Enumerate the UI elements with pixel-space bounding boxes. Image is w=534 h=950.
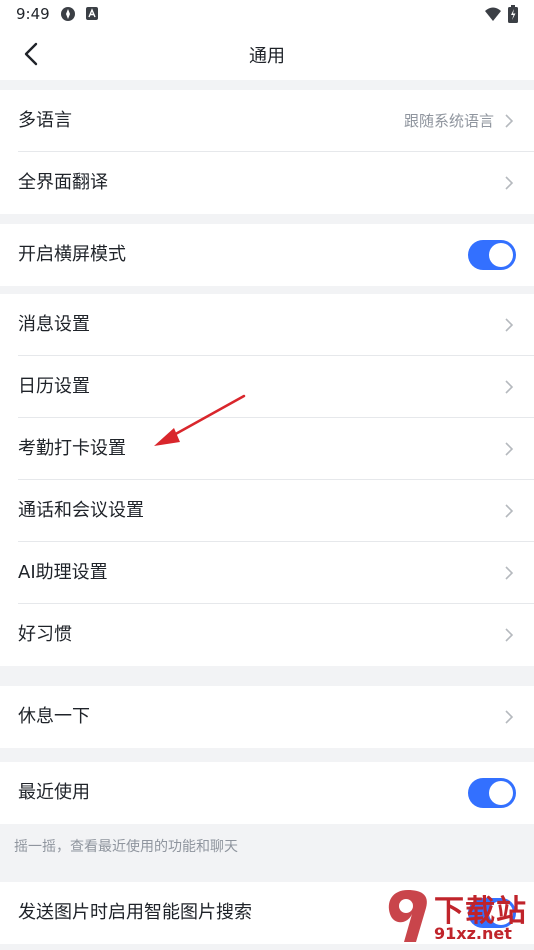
chevron-right-icon bbox=[505, 442, 514, 456]
landscape-toggle[interactable] bbox=[468, 240, 516, 270]
settings-group-rest: 休息一下 bbox=[0, 686, 534, 748]
row-label: 通话和会议设置 bbox=[18, 500, 144, 521]
settings-row-calls-meetings[interactable]: 通话和会议设置 bbox=[0, 480, 534, 542]
settings-row-recent-use: 最近使用 bbox=[0, 762, 534, 824]
app-notification-icon bbox=[61, 7, 75, 21]
settings-group-recent: 最近使用 bbox=[0, 762, 534, 824]
chevron-right-icon bbox=[505, 504, 514, 518]
settings-row-full-translation[interactable]: 全界面翻译 bbox=[0, 152, 534, 214]
settings-row-landscape: 开启横屏模式 bbox=[0, 224, 534, 286]
status-bar: 9:49 bbox=[0, 0, 534, 28]
row-label: 日历设置 bbox=[18, 376, 90, 397]
row-label: 好习惯 bbox=[18, 624, 72, 645]
annotation-arrow-icon bbox=[154, 394, 246, 446]
wifi-icon bbox=[485, 7, 501, 21]
chevron-right-icon bbox=[505, 380, 514, 394]
settings-group-landscape: 开启横屏模式 bbox=[0, 224, 534, 286]
status-time: 9:49 bbox=[16, 5, 50, 23]
chevron-right-icon bbox=[505, 628, 514, 642]
toggle-knob bbox=[489, 781, 513, 805]
row-label: 最近使用 bbox=[18, 782, 90, 803]
settings-row-language[interactable]: 多语言 跟随系统语言 bbox=[0, 90, 534, 152]
chevron-right-icon bbox=[505, 318, 514, 332]
battery-icon bbox=[508, 5, 518, 23]
watermark: 下载站 91xz.net bbox=[382, 884, 532, 948]
row-label: 全界面翻译 bbox=[18, 172, 108, 193]
settings-row-attendance[interactable]: 考勤打卡设置 bbox=[0, 418, 534, 480]
nav-bar: 通用 bbox=[0, 28, 534, 80]
row-value: 跟随系统语言 bbox=[403, 112, 494, 130]
toggle-knob bbox=[489, 243, 513, 267]
settings-row-calendar[interactable]: 日历设置 bbox=[0, 356, 534, 418]
recent-use-toggle[interactable] bbox=[468, 778, 516, 808]
row-label: AI助理设置 bbox=[18, 562, 108, 583]
settings-row-ai-assistant[interactable]: AI助理设置 bbox=[0, 542, 534, 604]
row-label: 发送图片时启用智能图片搜索 bbox=[18, 902, 252, 923]
watermark-logo-icon bbox=[388, 890, 427, 942]
chevron-right-icon bbox=[505, 710, 514, 724]
settings-row-good-habits[interactable]: 好习惯 bbox=[0, 604, 534, 666]
row-label: 休息一下 bbox=[18, 706, 90, 727]
chevron-right-icon bbox=[505, 566, 514, 580]
row-label: 开启横屏模式 bbox=[18, 244, 126, 265]
watermark-sub-text: 91xz.net bbox=[434, 924, 512, 943]
recent-use-hint: 摇一摇，查看最近使用的功能和聊天 bbox=[14, 839, 238, 855]
settings-row-take-break[interactable]: 休息一下 bbox=[0, 686, 534, 748]
chevron-right-icon bbox=[505, 114, 514, 128]
settings-row-message[interactable]: 消息设置 bbox=[0, 294, 534, 356]
page-title: 通用 bbox=[249, 46, 285, 67]
row-label: 考勤打卡设置 bbox=[18, 438, 126, 459]
keyboard-a-icon bbox=[86, 7, 98, 20]
settings-group-main: 消息设置 日历设置 考勤打卡设置 通话和会议设置 AI助理设置 好习惯 bbox=[0, 294, 534, 666]
row-label: 消息设置 bbox=[18, 314, 90, 335]
settings-group-language: 多语言 跟随系统语言 全界面翻译 bbox=[0, 90, 534, 214]
row-label: 多语言 bbox=[18, 110, 72, 131]
chevron-right-icon bbox=[505, 176, 514, 190]
